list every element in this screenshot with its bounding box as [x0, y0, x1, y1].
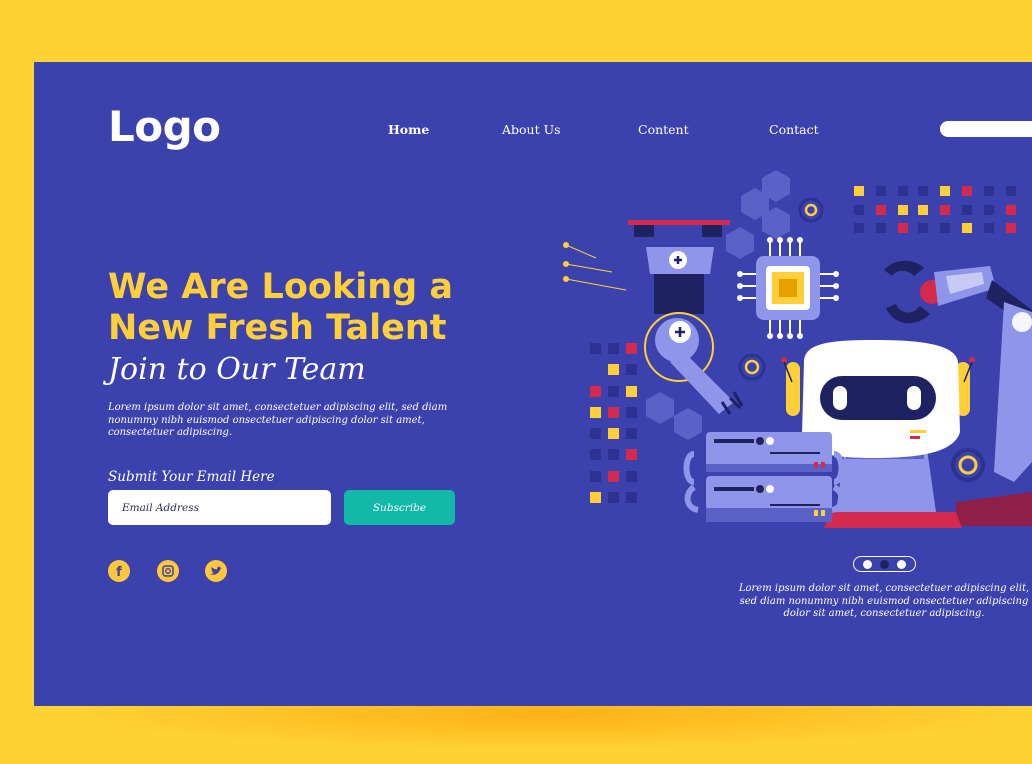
slider-caption: Lorem ipsum dolor sit amet, consectetuer…: [738, 583, 1030, 619]
slider-dot-1[interactable]: [863, 559, 872, 569]
pixel-grid-left: [590, 343, 637, 503]
slider-dot-3[interactable]: [897, 559, 906, 569]
left-robot-arm: [644, 247, 744, 415]
pixel-grid-top: [854, 186, 1016, 233]
cpu-chip-icon: [737, 237, 839, 339]
circuit-lines: [563, 242, 627, 291]
server-stack-icon: [683, 432, 845, 522]
slider-dots[interactable]: [853, 556, 916, 572]
landing-page-panel: Logo Home About Us Content Contact We Ar…: [34, 62, 1032, 706]
rail-decor: [628, 220, 730, 225]
slider-dot-2[interactable]: [880, 559, 889, 569]
